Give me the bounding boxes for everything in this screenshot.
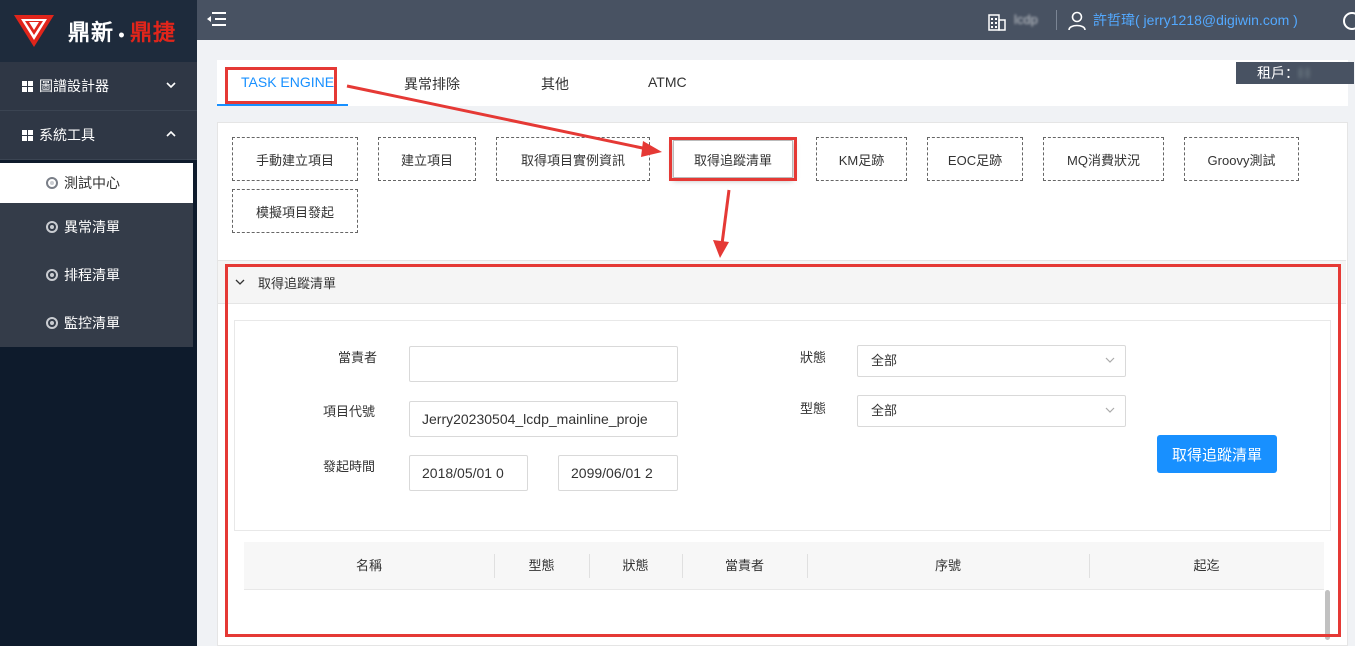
get-trace-list-submit-button[interactable]: 取得追蹤清單	[1157, 435, 1277, 473]
menu-fold-icon[interactable]	[206, 10, 226, 28]
menu-group-system-tools[interactable]: 系統工具	[0, 111, 197, 160]
tab-other[interactable]: 其他	[541, 74, 569, 94]
user-icon	[1068, 11, 1086, 31]
chevron-up-icon	[166, 130, 176, 137]
column-header-owner[interactable]: 當責者	[682, 542, 807, 590]
status-select-value: 全部	[871, 353, 898, 368]
project-code-input[interactable]: Jerry20230504_lcdp_mainline_proje	[409, 401, 678, 437]
groovy-test-button[interactable]: Groovy測試	[1184, 137, 1299, 181]
sidebar-item-exception-list[interactable]: 異常清單	[0, 203, 193, 251]
section-title: 取得追蹤清單	[258, 276, 337, 291]
start-time-label: 發起時間	[323, 459, 376, 474]
tab-bar: TASK ENGINE 異常排除 其他 ATMC	[217, 60, 1348, 106]
active-tab-indicator	[217, 104, 348, 106]
owner-input[interactable]	[409, 346, 678, 382]
chrome-icon	[46, 177, 58, 189]
manual-create-project-button[interactable]: 手動建立項目	[232, 137, 358, 181]
chrome-icon	[46, 221, 58, 233]
tenant-name[interactable]: lcdp	[1014, 12, 1038, 27]
tab-task-engine[interactable]: TASK ENGINE	[241, 74, 334, 90]
sidebar-item-monitor-list[interactable]: 監控清單	[0, 299, 193, 347]
user-name[interactable]: 許哲瑋( jerry1218@digiwin.com )	[1093, 10, 1298, 30]
logo-text: 鼎新 • 鼎捷	[68, 20, 176, 46]
chrome-icon	[46, 317, 58, 329]
building-icon	[988, 14, 1006, 31]
column-header-period[interactable]: 起迄	[1089, 542, 1324, 590]
logout-icon[interactable]	[1343, 12, 1355, 30]
tenant-badge: 租戶：l l	[1236, 62, 1354, 84]
owner-label: 當責者	[338, 350, 378, 365]
top-header: lcdp 許哲瑋( jerry1218@digiwin.com )	[197, 0, 1355, 40]
create-project-button[interactable]: 建立項目	[378, 137, 476, 181]
sidebar-item-label: 測試中心	[64, 175, 120, 191]
grid-icon	[22, 129, 33, 141]
sidebar-item-label: 監控清單	[64, 315, 120, 331]
eoc-trace-button[interactable]: EOC足跡	[927, 137, 1023, 181]
tab-atmc[interactable]: ATMC	[648, 74, 687, 90]
sidebar-item-label: 排程清單	[64, 267, 120, 283]
get-trace-list-button[interactable]: 取得追蹤清單	[673, 140, 793, 178]
trace-table-header: 名稱 型態 狀態 當責者 序號 起迄	[244, 542, 1324, 590]
menu-group-label: 圖譜設計器	[39, 78, 109, 94]
project-code-label: 項目代號	[323, 404, 376, 419]
sidebar: 鼎新 • 鼎捷 圖譜設計器 系統工具 測試中心 異常清單 排程清單 監控清單	[0, 0, 197, 646]
type-select[interactable]: 全部	[857, 395, 1126, 427]
status-label: 狀態	[800, 350, 827, 365]
query-form	[234, 320, 1331, 531]
get-project-instance-button[interactable]: 取得項目實例資訊	[496, 137, 650, 181]
column-header-type[interactable]: 型態	[494, 542, 589, 590]
tab-exception-handling[interactable]: 異常排除	[404, 74, 460, 94]
logo: 鼎新 • 鼎捷	[0, 0, 197, 62]
menu-group-label: 系統工具	[39, 127, 95, 143]
status-select[interactable]: 全部	[857, 345, 1126, 377]
chevron-down-icon	[166, 82, 176, 89]
column-header-serial[interactable]: 序號	[807, 542, 1089, 590]
sidebar-item-test-center[interactable]: 測試中心	[0, 163, 193, 203]
simulate-project-start-button[interactable]: 模擬項目發起	[232, 189, 358, 233]
column-header-name[interactable]: 名稱	[244, 542, 494, 590]
column-header-status[interactable]: 狀態	[589, 542, 682, 590]
mq-consume-status-button[interactable]: MQ消費狀況	[1043, 137, 1164, 181]
logo-icon	[14, 15, 54, 47]
chrome-icon	[46, 269, 58, 281]
sidebar-item-schedule-list[interactable]: 排程清單	[0, 251, 193, 299]
chevron-down-icon	[235, 279, 245, 285]
chevron-down-icon	[1105, 407, 1115, 413]
menu-group-graph-designer[interactable]: 圖譜設計器	[0, 62, 197, 111]
type-label: 型態	[800, 401, 827, 416]
grid-icon	[22, 80, 33, 92]
sidebar-item-label: 異常清單	[64, 219, 120, 235]
chevron-down-icon	[1105, 357, 1115, 363]
collapse-header[interactable]: 取得追蹤清單	[218, 260, 1346, 304]
start-date-from-input[interactable]: 2018/05/01 0	[409, 455, 528, 491]
header-divider	[1056, 10, 1057, 30]
km-trace-button[interactable]: KM足跡	[816, 137, 907, 181]
vertical-scrollbar[interactable]	[1325, 590, 1330, 640]
submenu: 測試中心 異常清單 排程清單 監控清單	[0, 163, 193, 347]
type-select-value: 全部	[871, 403, 898, 418]
start-date-to-input[interactable]: 2099/06/01 2	[558, 455, 678, 491]
